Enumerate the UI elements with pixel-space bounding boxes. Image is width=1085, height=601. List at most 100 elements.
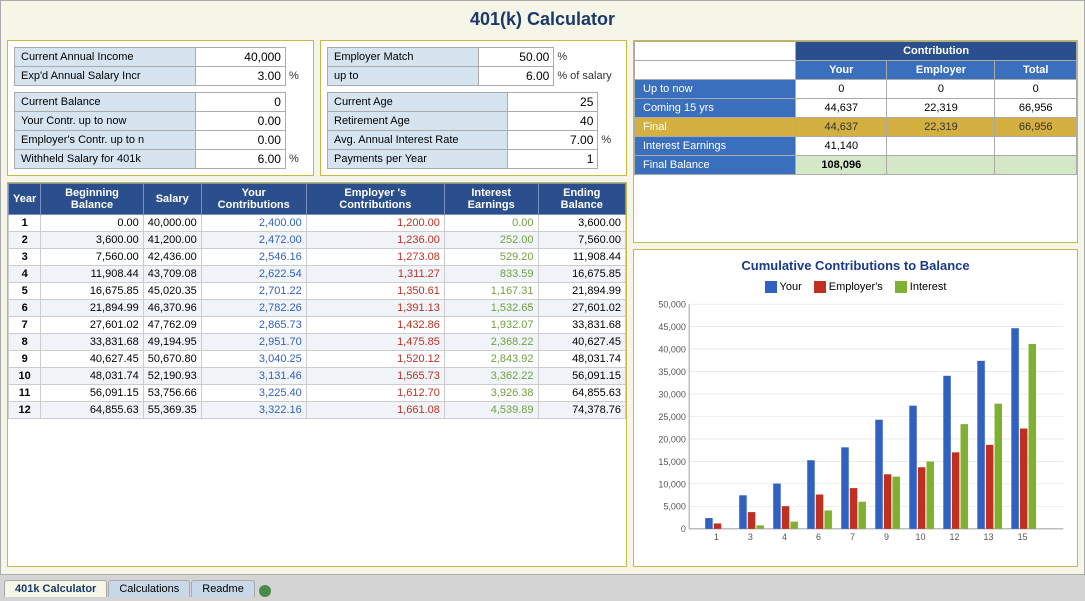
- table-cell: 3,131.46: [201, 368, 306, 385]
- retirement-age-label: Retirement Age: [328, 112, 508, 131]
- table-cell: 2,400.00: [201, 215, 306, 232]
- contrib-row: Interest Earnings41,140: [635, 137, 1077, 156]
- table-cell: 1,612.70: [306, 385, 444, 402]
- expd-salary-label: Exp'd Annual Salary Incr: [15, 67, 196, 86]
- col-total: Total: [995, 61, 1077, 80]
- svg-text:9: 9: [884, 532, 889, 542]
- payments-value[interactable]: 1: [508, 150, 598, 169]
- contrib-cell: [887, 156, 995, 175]
- table-cell: 43,709.08: [143, 266, 201, 283]
- emp-legend-label: Employer's: [829, 281, 883, 293]
- table-cell: 1,661.08: [306, 402, 444, 419]
- table-cell: 47,762.09: [143, 317, 201, 334]
- table-cell: 40,627.45: [41, 351, 144, 368]
- table-cell: 1,167.31: [444, 283, 538, 300]
- current-balance-label: Current Balance: [15, 93, 196, 112]
- contrib-corner: [635, 42, 796, 61]
- expd-salary-unit: %: [285, 67, 306, 86]
- table-cell: 3,225.40: [201, 385, 306, 402]
- table-cell: 48,031.74: [41, 368, 144, 385]
- table-cell: 2,622.54: [201, 266, 306, 283]
- int-legend-label: Interest: [910, 281, 947, 293]
- contrib-cell: 22,319: [887, 99, 995, 118]
- table-cell: 0.00: [41, 215, 144, 232]
- table-cell: 56,091.15: [538, 368, 625, 385]
- table-cell: 1,520.12: [306, 351, 444, 368]
- table-cell: 2,782.26: [201, 300, 306, 317]
- table-row: 1264,855.6355,369.353,322.161,661.084,53…: [9, 402, 626, 419]
- withheld-salary-unit: %: [285, 150, 306, 169]
- current-balance-value[interactable]: 0: [195, 93, 285, 112]
- table-row: 621,894.9946,370.962,782.261,391.131,532…: [9, 300, 626, 317]
- current-age-label: Current Age: [328, 93, 508, 112]
- table-cell: 252.00: [444, 232, 538, 249]
- svg-text:35,000: 35,000: [658, 366, 685, 376]
- tab-401k-calculator[interactable]: 401k Calculator: [4, 580, 107, 597]
- table-cell: 27,601.02: [538, 300, 625, 317]
- svg-text:4: 4: [782, 532, 787, 542]
- table-cell: 1,350.61: [306, 283, 444, 300]
- contrib-cell: 44,637: [796, 99, 887, 118]
- table-cell: 11,908.44: [41, 266, 144, 283]
- table-row: 37,560.0042,436.002,546.161,273.08529.20…: [9, 249, 626, 266]
- table-cell: 7,560.00: [41, 249, 144, 266]
- svg-text:0: 0: [681, 524, 686, 534]
- svg-text:10: 10: [916, 532, 926, 542]
- svg-text:13: 13: [984, 532, 994, 542]
- table-cell: 45,020.35: [143, 283, 201, 300]
- payments-label: Payments per Year: [328, 150, 508, 169]
- up-to-value[interactable]: 6.00: [478, 67, 553, 86]
- table-cell: 5: [9, 283, 41, 300]
- table-cell: 1,200.00: [306, 215, 444, 232]
- table-cell: 2,701.22: [201, 283, 306, 300]
- contrib-cell: 44,637: [796, 118, 887, 137]
- contrib-row: Coming 15 yrs44,63722,31966,956: [635, 99, 1077, 118]
- contrib-cell: [995, 137, 1077, 156]
- data-table-panel: YearBeginning BalanceSalaryYour Contribu…: [7, 182, 627, 567]
- table-cell: 50,670.80: [143, 351, 201, 368]
- your-legend-color: [765, 281, 777, 293]
- svg-text:5,000: 5,000: [663, 501, 685, 511]
- table-cell: 21,894.99: [538, 283, 625, 300]
- table-cell: 74,378.76: [538, 402, 625, 419]
- withheld-salary-value[interactable]: 6.00: [195, 150, 285, 169]
- tab-calculations[interactable]: Calculations: [108, 580, 190, 597]
- table-cell: 46,370.96: [143, 300, 201, 317]
- contrib-cell: 0: [887, 80, 995, 99]
- chart-title: Cumulative Contributions to Balance: [741, 258, 969, 273]
- table-cell: 55,369.35: [143, 402, 201, 419]
- table-cell: 16,675.85: [41, 283, 144, 300]
- table-col-header: Employer 's Contributions: [306, 184, 444, 215]
- current-annual-income-value[interactable]: 40,000: [195, 48, 285, 67]
- table-cell: 529.20: [444, 249, 538, 266]
- contrib-row-label: Up to now: [635, 80, 796, 99]
- your-contr-value[interactable]: 0.00: [195, 112, 285, 131]
- avg-interest-label: Avg. Annual Interest Rate: [328, 131, 508, 150]
- employer-contr-value[interactable]: 0.00: [195, 131, 285, 150]
- employer-match-value[interactable]: 50.00: [478, 48, 553, 67]
- col-your: Your: [796, 61, 887, 80]
- current-age-value[interactable]: 25: [508, 93, 598, 112]
- table-cell: 10: [9, 368, 41, 385]
- contrib-cell: [995, 156, 1077, 175]
- table-cell: 2,843.92: [444, 351, 538, 368]
- svg-text:25,000: 25,000: [658, 411, 685, 421]
- table-row: 1048,031.7452,190.933,131.461,565.733,36…: [9, 368, 626, 385]
- avg-interest-value[interactable]: 7.00: [508, 131, 598, 150]
- expd-salary-value[interactable]: 3.00: [195, 67, 285, 86]
- table-cell: 1,475.85: [306, 334, 444, 351]
- tab-readme[interactable]: Readme: [191, 580, 255, 597]
- svg-text:10,000: 10,000: [658, 479, 685, 489]
- table-cell: 3,600.00: [538, 215, 625, 232]
- avg-interest-unit: %: [598, 131, 620, 150]
- table-row: 940,627.4550,670.803,040.251,520.122,843…: [9, 351, 626, 368]
- table-cell: 833.59: [444, 266, 538, 283]
- contrib-cell: 22,319: [887, 118, 995, 137]
- table-cell: 53,756.66: [143, 385, 201, 402]
- table-cell: 1,273.08: [306, 249, 444, 266]
- retirement-age-value[interactable]: 40: [508, 112, 598, 131]
- table-col-header: Beginning Balance: [41, 184, 144, 215]
- contribution-header: Contribution: [796, 42, 1077, 61]
- table-cell: 42,436.00: [143, 249, 201, 266]
- contrib-cell: [887, 137, 995, 156]
